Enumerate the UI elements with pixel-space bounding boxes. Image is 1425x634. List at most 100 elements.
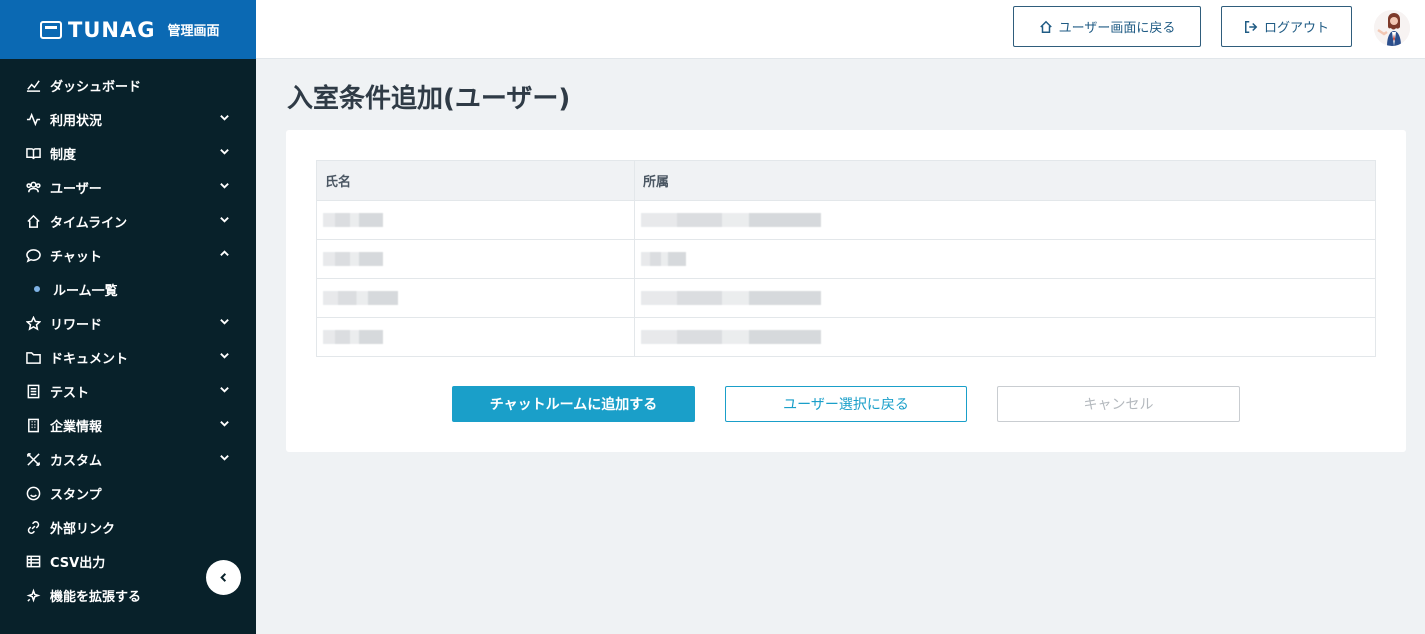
department-cell — [634, 200, 1376, 240]
chevron-down-icon — [219, 452, 230, 467]
table-row — [316, 239, 1376, 279]
column-header-name: 氏名 — [316, 160, 635, 201]
chevron-down-icon — [219, 180, 230, 195]
sidebar-item-reward[interactable]: リワード — [0, 306, 256, 340]
user-avatar-icon — [1374, 10, 1410, 46]
sidebar-item-label: テスト — [50, 385, 90, 401]
sidebar: TUNAG 管理画面 ダッシュボード 利用状況 制度 ユーザー タイムライン チ… — [0, 0, 256, 634]
chevron-down-icon — [219, 384, 230, 399]
building-icon — [25, 417, 42, 434]
add-to-chat-room-button[interactable]: チャットルームに追加する — [452, 386, 695, 422]
sidebar-item-documents[interactable]: ドキュメント — [0, 340, 256, 374]
sidebar-nav: ダッシュボード 利用状況 制度 ユーザー タイムライン チャット ルーム一覧 リ… — [0, 59, 256, 612]
redacted-name — [323, 330, 383, 344]
sidebar-item-label: カスタム — [50, 453, 103, 469]
table-row — [316, 278, 1376, 318]
department-cell — [634, 278, 1376, 318]
name-cell — [316, 200, 635, 240]
sidebar-item-label: ユーザー — [50, 181, 102, 197]
redacted-department — [641, 291, 821, 305]
chevron-down-icon — [219, 112, 230, 127]
chart-icon — [25, 77, 42, 94]
sidebar-item-label: 機能を拡張する — [50, 589, 142, 605]
department-cell — [634, 317, 1376, 357]
sidebar-item-timeline[interactable]: タイムライン — [0, 204, 256, 238]
table-icon — [25, 553, 42, 570]
table-row — [316, 200, 1376, 240]
chat-icon — [25, 247, 42, 264]
logout-icon — [1244, 20, 1258, 33]
chevron-down-icon — [219, 350, 230, 365]
folder-icon — [25, 349, 42, 366]
brand-subtitle: 管理画面 — [167, 24, 220, 39]
redacted-department — [641, 213, 821, 227]
avatar[interactable] — [1374, 10, 1410, 46]
brand-logo-text: TUNAG — [68, 17, 156, 42]
name-cell — [316, 278, 635, 318]
brand-bar[interactable]: TUNAG 管理画面 — [0, 0, 256, 59]
sidebar-item-label: 制度 — [50, 147, 77, 163]
users-icon — [25, 179, 42, 196]
sidebar-collapse-button[interactable] — [206, 560, 241, 595]
clipboard-icon — [25, 383, 42, 400]
sparkle-icon — [25, 587, 42, 604]
redacted-name — [323, 291, 398, 305]
sidebar-item-label: ドキュメント — [50, 351, 129, 367]
redacted-name — [323, 213, 383, 227]
sidebar-item-label: リワード — [50, 317, 103, 333]
sidebar-item-company[interactable]: 企業情報 — [0, 408, 256, 442]
redacted-name — [323, 252, 383, 266]
sidebar-item-label: 企業情報 — [50, 419, 103, 435]
active-dot-icon — [34, 286, 40, 292]
column-header-department: 所属 — [634, 160, 1376, 201]
star-icon — [25, 315, 42, 332]
sidebar-subitem-label: ルーム一覧 — [53, 283, 118, 299]
content-card: 氏名 所属 チャットルームに追加する ユーザー選択に戻る キャンセル — [286, 130, 1406, 452]
sidebar-item-label: ダッシュボード — [50, 79, 142, 95]
chevron-down-icon — [219, 316, 230, 331]
sidebar-item-external-link[interactable]: 外部リンク — [0, 510, 256, 544]
sidebar-item-test[interactable]: テスト — [0, 374, 256, 408]
activity-icon — [25, 111, 42, 128]
selected-users-table: 氏名 所属 — [316, 160, 1376, 357]
book-icon — [25, 145, 42, 162]
sidebar-item-custom[interactable]: カスタム — [0, 442, 256, 476]
sidebar-subitem-room-list[interactable]: ルーム一覧 — [0, 272, 256, 306]
home-icon — [25, 213, 42, 230]
link-icon — [25, 519, 42, 536]
sidebar-item-label: チャット — [50, 249, 102, 265]
page-title: 入室条件追加(ユーザー) — [287, 84, 571, 114]
sidebar-item-usage[interactable]: 利用状況 — [0, 102, 256, 136]
sidebar-item-label: 外部リンク — [50, 521, 116, 537]
sidebar-item-label: 利用状況 — [50, 113, 103, 129]
sidebar-item-label: タイムライン — [50, 215, 128, 231]
tunag-logo-icon — [40, 20, 62, 39]
chevron-down-icon — [219, 418, 230, 433]
sidebar-item-label: スタンプ — [50, 487, 102, 503]
sidebar-item-users[interactable]: ユーザー — [0, 170, 256, 204]
table-row — [316, 317, 1376, 357]
chevron-up-icon — [219, 248, 230, 263]
sidebar-item-stamp[interactable]: スタンプ — [0, 476, 256, 510]
back-to-user-screen-button[interactable]: ユーザー画面に戻る — [1013, 6, 1201, 47]
back-to-user-screen-label: ユーザー画面に戻る — [1058, 21, 1176, 36]
sidebar-item-label: CSV出力 — [50, 555, 106, 571]
sidebar-item-chat[interactable]: チャット — [0, 238, 256, 272]
home-icon — [1039, 20, 1052, 33]
redacted-department — [641, 330, 821, 344]
chevron-left-icon — [220, 573, 227, 582]
chevron-down-icon — [219, 214, 230, 229]
top-header: ユーザー画面に戻る ログアウト — [256, 0, 1425, 59]
name-cell — [316, 317, 635, 357]
logout-label: ログアウト — [1263, 21, 1329, 36]
logout-button[interactable]: ログアウト — [1221, 6, 1352, 47]
name-cell — [316, 239, 635, 279]
back-to-user-selection-button[interactable]: ユーザー選択に戻る — [725, 386, 967, 422]
sidebar-item-dashboard[interactable]: ダッシュボード — [0, 68, 256, 102]
sidebar-item-system[interactable]: 制度 — [0, 136, 256, 170]
redacted-department — [641, 252, 686, 266]
tools-icon — [25, 451, 42, 468]
smile-icon — [25, 485, 42, 502]
table-header-row: 氏名 所属 — [316, 160, 1376, 201]
cancel-button[interactable]: キャンセル — [997, 386, 1240, 422]
